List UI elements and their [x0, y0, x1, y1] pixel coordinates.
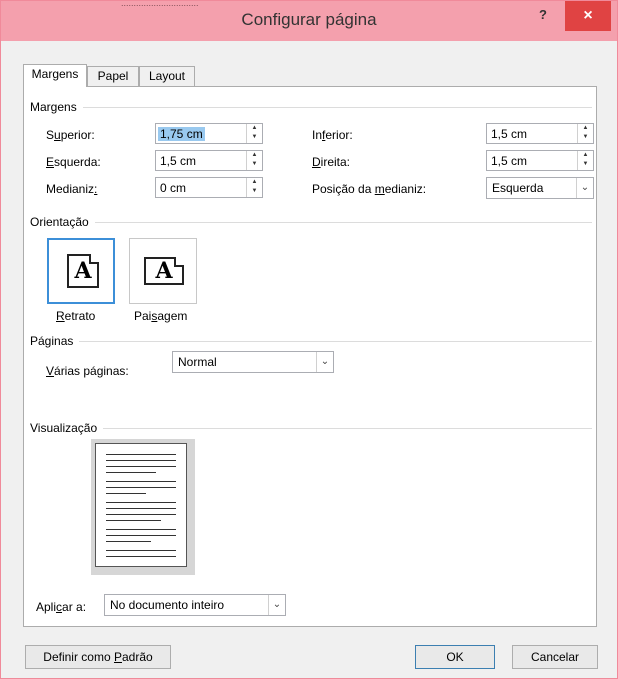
dialog-title: Configurar página	[241, 10, 377, 29]
spin-down-icon[interactable]: ▼	[247, 133, 262, 142]
preview-line	[106, 514, 176, 515]
landscape-option[interactable]: A	[129, 238, 197, 304]
aplicar-a-label: Aplicar a:	[36, 600, 87, 614]
esquerda-label: Esquerda:	[46, 155, 101, 169]
preview-page-icon	[95, 443, 187, 567]
chevron-down-icon[interactable]: ⌄	[268, 595, 285, 615]
spin-up-icon[interactable]: ▲	[578, 151, 593, 160]
posicao-medianiz-label: Posição da medianiz:	[312, 182, 427, 196]
medianiz-spinner[interactable]: 0 cm ▲ ▼	[155, 177, 263, 198]
superior-spinner[interactable]: 1,75 cm ▲ ▼	[155, 123, 263, 144]
spin-up-icon[interactable]: ▲	[578, 124, 593, 133]
preview-line	[106, 520, 161, 521]
inferior-spinner[interactable]: 1,5 cm ▲ ▼	[486, 123, 594, 144]
spin-down-icon[interactable]: ▼	[247, 160, 262, 169]
inferior-label: Inferior:	[312, 128, 353, 142]
multiple-pages-value[interactable]: Normal	[178, 355, 217, 369]
spin-up-icon[interactable]: ▲	[247, 124, 262, 133]
pages-divider	[30, 341, 592, 342]
preview-line	[106, 472, 156, 473]
medianiz-value[interactable]: 0 cm	[160, 181, 186, 195]
portrait-option[interactable]: A	[47, 238, 115, 304]
inferior-value[interactable]: 1,5 cm	[491, 127, 527, 141]
inferior-spin-arrows[interactable]: ▲ ▼	[577, 124, 593, 143]
multiple-pages-select[interactable]: Normal ⌄	[172, 351, 334, 373]
ok-button[interactable]: OK	[415, 645, 495, 669]
preview-line	[106, 556, 176, 557]
preview-line	[106, 529, 176, 530]
page-setup-dialog: ............................... Configur…	[0, 0, 618, 679]
preview-line	[106, 460, 176, 461]
direita-spinner[interactable]: 1,5 cm ▲ ▼	[486, 150, 594, 171]
background-window-strip: ...............................	[121, 1, 199, 7]
preview-line	[106, 466, 176, 467]
esquerda-value[interactable]: 1,5 cm	[160, 154, 196, 168]
preview-divider	[30, 428, 592, 429]
preview-line	[106, 535, 176, 536]
direita-value[interactable]: 1,5 cm	[491, 154, 527, 168]
spin-down-icon[interactable]: ▼	[247, 187, 262, 196]
tab-panel-margens: Margens Superior: 1,75 cm ▲ ▼ Inferior: 1…	[23, 86, 597, 627]
posicao-medianiz-value[interactable]: Esquerda	[492, 181, 543, 195]
help-button[interactable]: ?	[531, 7, 555, 27]
spin-down-icon[interactable]: ▼	[578, 160, 593, 169]
preview-area	[91, 439, 195, 575]
chevron-down-icon[interactable]: ⌄	[576, 178, 593, 198]
direita-spin-arrows[interactable]: ▲ ▼	[577, 151, 593, 170]
set-as-default-button[interactable]: Definir como Padrão	[25, 645, 171, 669]
varias-paginas-label: Várias páginas:	[46, 364, 129, 378]
preview-line	[106, 541, 151, 542]
margins-divider	[30, 107, 592, 108]
preview-line	[106, 550, 176, 551]
spin-up-icon[interactable]: ▲	[247, 178, 262, 187]
superior-value[interactable]: 1,75 cm	[158, 127, 205, 141]
preview-line	[106, 487, 176, 488]
preview-line	[106, 493, 146, 494]
tab-papel[interactable]: Papel	[87, 66, 139, 86]
pages-section-label: Páginas	[30, 334, 80, 348]
retrato-label[interactable]: Retrato	[56, 309, 95, 323]
preview-line	[106, 508, 176, 509]
medianiz-spin-arrows[interactable]: ▲ ▼	[246, 178, 262, 197]
spin-down-icon[interactable]: ▼	[578, 133, 593, 142]
chevron-down-icon[interactable]: ⌄	[316, 352, 333, 372]
direita-label: Direita:	[312, 155, 351, 169]
tab-layout[interactable]: Layout	[139, 66, 195, 86]
landscape-page-icon: A	[144, 257, 184, 285]
esquerda-spinner[interactable]: 1,5 cm ▲ ▼	[155, 150, 263, 171]
apply-to-select[interactable]: No documento inteiro ⌄	[104, 594, 286, 616]
spin-up-icon[interactable]: ▲	[247, 151, 262, 160]
paisagem-label[interactable]: Paisagem	[134, 309, 187, 323]
portrait-page-icon: A	[67, 254, 99, 288]
esquerda-spin-arrows[interactable]: ▲ ▼	[246, 151, 262, 170]
posicao-medianiz-select[interactable]: Esquerda ⌄	[486, 177, 594, 199]
close-button[interactable]: ×	[565, 1, 611, 31]
superior-label: Superior:	[46, 128, 95, 142]
tab-margens[interactable]: Margens	[23, 64, 87, 87]
preview-line	[106, 502, 176, 503]
orientation-section-label: Orientação	[30, 215, 95, 229]
preview-line	[106, 454, 176, 455]
apply-to-value[interactable]: No documento inteiro	[110, 598, 224, 612]
preview-section-label: Visualização	[30, 421, 104, 435]
orientation-divider	[30, 222, 592, 223]
medianiz-label: Medianiz:	[46, 182, 98, 196]
cancel-button[interactable]: Cancelar	[512, 645, 598, 669]
superior-spin-arrows[interactable]: ▲ ▼	[246, 124, 262, 143]
preview-line	[106, 481, 176, 482]
title-bar: ............................... Configur…	[1, 1, 617, 41]
margins-section-label: Margens	[30, 100, 83, 114]
